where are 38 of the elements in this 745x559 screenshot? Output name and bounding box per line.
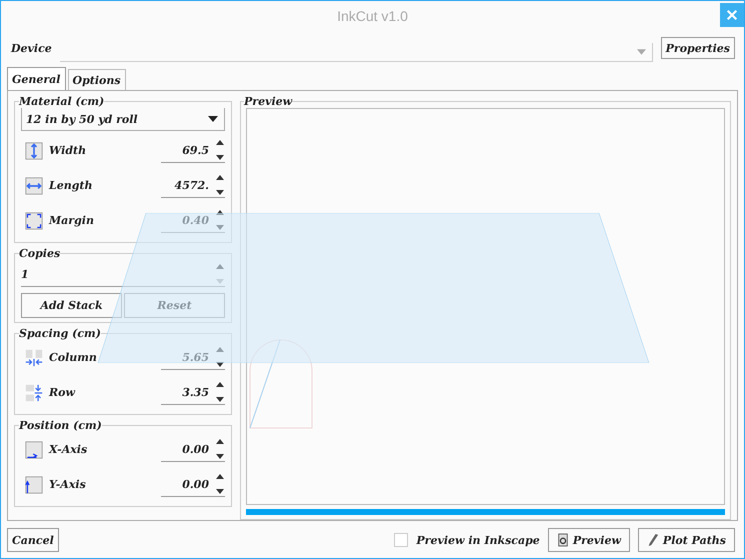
field-label: Y-Axis xyxy=(49,478,87,491)
spin-box[interactable]: 4572. xyxy=(161,173,225,198)
row-spacing-icon xyxy=(25,384,43,402)
checkbox-label: Preview in Inkscape xyxy=(416,534,540,546)
group-title: Spacing (cm) xyxy=(19,327,101,340)
group-title: Copies xyxy=(19,247,60,260)
column-spacing-icon xyxy=(25,348,43,366)
copies-button[interactable]: Add Stack xyxy=(21,293,122,318)
magnifier-page-icon xyxy=(556,533,569,547)
window-title: InkCut v1.0 xyxy=(337,8,408,24)
tab[interactable]: Options xyxy=(68,69,126,90)
close-icon[interactable] xyxy=(720,3,744,27)
group-title: Preview xyxy=(244,95,292,108)
field-label: Column xyxy=(49,351,98,364)
group-title: Position (cm) xyxy=(19,419,102,432)
spin-box[interactable]: 3.35 xyxy=(161,380,225,405)
group-title: Material (cm) xyxy=(19,95,104,108)
field-label: Width xyxy=(49,144,88,157)
properties-button[interactable]: Properties xyxy=(660,37,735,59)
spin-box[interactable]: 0.00 xyxy=(161,437,225,462)
checkbox[interactable] xyxy=(394,533,408,547)
device-label: Device xyxy=(11,42,52,54)
spin-box[interactable]: 69.5 xyxy=(161,138,225,163)
field-label: X-Axis xyxy=(49,443,88,456)
preview-button[interactable]: Preview xyxy=(548,528,630,552)
corners-icon xyxy=(25,212,43,230)
pen-icon xyxy=(646,533,659,547)
tab[interactable]: General xyxy=(7,67,66,90)
device-dropdown[interactable] xyxy=(60,42,653,62)
field-label: Row xyxy=(49,386,76,399)
cancel-button[interactable]: Cancel xyxy=(7,528,59,552)
plot-paths-button[interactable]: Plot Paths xyxy=(638,528,735,552)
caret-icon[interactable] xyxy=(208,116,218,122)
spin-box[interactable]: 0.00 xyxy=(161,472,225,497)
copies-spin-box[interactable]: 1 xyxy=(21,262,225,287)
material-dropdown[interactable]: 12 in by 50 yd roll xyxy=(21,108,225,131)
field-label: Length xyxy=(49,179,94,192)
field-label: Margin xyxy=(49,214,95,227)
